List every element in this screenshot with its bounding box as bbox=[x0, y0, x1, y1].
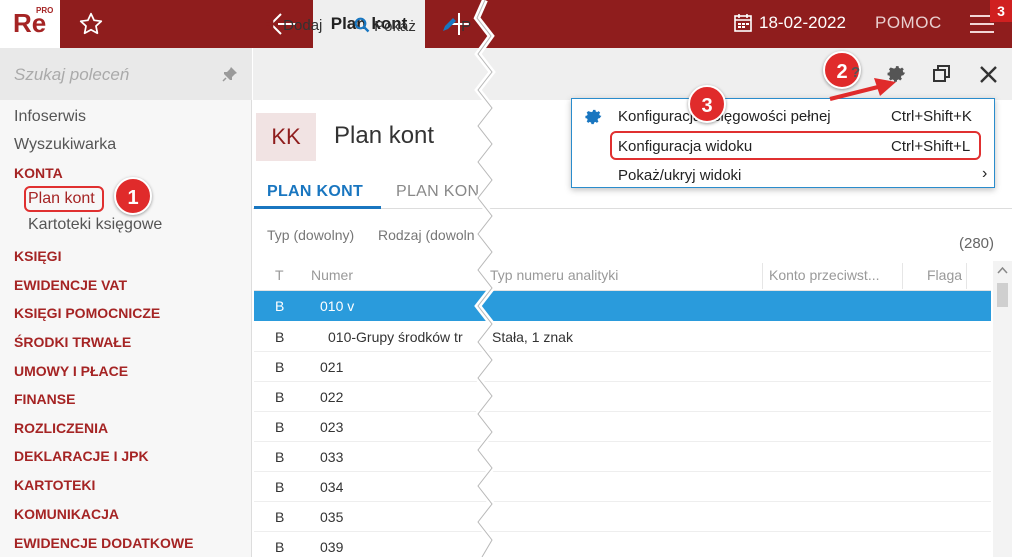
show-button[interactable]: Pokaż bbox=[354, 17, 416, 35]
cell-type: B bbox=[275, 329, 285, 345]
pin-icon[interactable] bbox=[222, 66, 238, 86]
cell-type: B bbox=[275, 298, 285, 314]
column-header-konto[interactable]: Konto przeciwst... bbox=[769, 267, 880, 283]
scroll-up-arrow-icon[interactable] bbox=[993, 263, 1012, 279]
menu-item-shortcut: Ctrl+Shift+K bbox=[891, 108, 972, 125]
command-search[interactable]: Szukaj poleceń bbox=[0, 48, 252, 100]
highlight-view-config bbox=[610, 131, 981, 160]
sidebar-section-ewidencje-dodatkowe[interactable]: EWIDENCJE DODATKOWE bbox=[14, 535, 193, 551]
sidebar-section-srodki-trwale[interactable]: ŚRODKI TRWAŁE bbox=[14, 334, 131, 350]
sidebar-section-rozliczenia[interactable]: ROZLICZENIA bbox=[14, 420, 108, 436]
cell-type: B bbox=[275, 389, 285, 405]
date-text: 18-02-2022 bbox=[759, 13, 846, 32]
pencil-icon bbox=[443, 18, 456, 31]
cell-typ-numeru: Stała, 1 znak bbox=[492, 329, 573, 345]
screenshot-tear-divider bbox=[473, 0, 496, 557]
cell-numer: 023 bbox=[320, 419, 344, 435]
menu-item-toggle-views[interactable]: Pokaż/ukryj widoki › bbox=[572, 161, 994, 189]
scrollbar-thumb[interactable] bbox=[997, 283, 1008, 307]
active-tab-indicator bbox=[254, 206, 381, 209]
sidebar-section-ksiegi-pomocnicze[interactable]: KSIĘGI POMOCNICZE bbox=[14, 305, 160, 321]
help-link[interactable]: POMOC bbox=[875, 13, 942, 33]
gear-icon bbox=[585, 109, 602, 125]
cell-numer: 033 bbox=[320, 449, 344, 465]
step-badge-1: 1 bbox=[114, 177, 152, 215]
add-button-label: Dodaj bbox=[283, 17, 323, 34]
add-button[interactable]: Dodaj bbox=[265, 17, 322, 34]
show-button-label: Pokaż bbox=[374, 18, 416, 35]
table-row[interactable]: B 034 bbox=[254, 472, 991, 502]
grid-header: T Numer Typ numeru analityki Konto przec… bbox=[254, 261, 991, 291]
magnifier-icon bbox=[354, 17, 370, 33]
page-title: Plan kont bbox=[334, 122, 435, 149]
top-bar: Re PRO Plan kont 18-02-2022 POMOC 3 bbox=[0, 0, 1012, 48]
vertical-scrollbar[interactable] bbox=[993, 261, 1012, 557]
table-row[interactable]: B 010 v bbox=[254, 291, 991, 321]
column-header-typ-numeru[interactable]: Typ numeru analityki bbox=[490, 267, 618, 283]
sidebar-section-kartoteki[interactable]: KARTOTEKI bbox=[14, 477, 95, 493]
highlight-plan-kont bbox=[24, 186, 104, 212]
cell-numer: 022 bbox=[320, 389, 344, 405]
cell-type: B bbox=[275, 509, 285, 525]
app-logo[interactable]: Re PRO bbox=[0, 0, 60, 48]
cell-numer: 035 bbox=[320, 509, 344, 525]
restore-window-icon[interactable] bbox=[932, 64, 952, 88]
column-separator bbox=[902, 263, 903, 289]
sidebar-section-ksiegi[interactable]: KSIĘGI bbox=[14, 248, 61, 264]
table-row[interactable]: B 022 bbox=[254, 382, 991, 412]
sidebar-item-wyszukiwarka[interactable]: Wyszukiwarka bbox=[14, 136, 116, 154]
column-header-numer[interactable]: Numer bbox=[311, 267, 353, 283]
register-badge: KK bbox=[256, 113, 316, 161]
column-separator bbox=[966, 263, 967, 289]
sidebar-section-komunikacja[interactable]: KOMUNIKACJA bbox=[14, 506, 119, 522]
table-row[interactable]: B 039 bbox=[254, 532, 991, 557]
sidebar-section-ewidencje-vat[interactable]: EWIDENCJE VAT bbox=[14, 277, 127, 293]
calendar-icon bbox=[734, 14, 752, 32]
cell-numer: 021 bbox=[320, 359, 344, 375]
favorite-star-icon[interactable] bbox=[78, 11, 104, 41]
cell-numer: 034 bbox=[320, 479, 344, 495]
cell-numer: 010 v bbox=[320, 298, 355, 314]
notification-badge[interactable]: 3 bbox=[990, 0, 1012, 22]
cell-type: B bbox=[275, 479, 285, 495]
date-display[interactable]: 18-02-2022 bbox=[733, 13, 846, 38]
cell-type: B bbox=[275, 359, 285, 375]
table-row[interactable]: B 010-Grupy środków tr Stała, 1 znak bbox=[254, 322, 991, 352]
sidebar-section-konta[interactable]: KONTA bbox=[14, 165, 63, 181]
cell-numer: 039 bbox=[320, 539, 344, 555]
logo-pro-badge: PRO bbox=[36, 6, 54, 15]
cell-type: B bbox=[275, 539, 285, 555]
column-header-t[interactable]: T bbox=[275, 267, 284, 283]
plus-icon bbox=[266, 18, 278, 30]
edit-button[interactable]: P bbox=[441, 17, 471, 35]
filter-type[interactable]: Typ (dowolny) bbox=[267, 227, 354, 243]
column-header-flaga[interactable]: Flaga bbox=[927, 267, 962, 283]
sidebar-section-deklaracje-i-jpk[interactable]: DEKLARACJE I JPK bbox=[14, 448, 149, 464]
tab-plan-kont-second[interactable]: PLAN KON bbox=[396, 183, 479, 201]
menu-item-label: Pokaż/ukryj widoki bbox=[618, 167, 742, 184]
cell-type: B bbox=[275, 449, 285, 465]
table-row[interactable]: B 035 bbox=[254, 502, 991, 532]
annotation-arrow-icon bbox=[829, 78, 896, 101]
sidebar-item-kartoteki-ksiegowe[interactable]: Kartoteki księgowe bbox=[28, 216, 162, 234]
sidebar-section-umowy-i-place[interactable]: UMOWY I PŁACE bbox=[14, 363, 128, 379]
table-row[interactable]: B 021 bbox=[254, 352, 991, 382]
record-count: (280) bbox=[959, 235, 995, 252]
sidebar-section-finanse[interactable]: FINANSE bbox=[14, 391, 75, 407]
cell-numer: 010-Grupy środków tr bbox=[328, 329, 463, 345]
sidebar-item-infoserwis[interactable]: Infoserwis bbox=[14, 108, 86, 126]
search-placeholder: Szukaj poleceń bbox=[14, 65, 130, 84]
filter-kind[interactable]: Rodzaj (dowoln bbox=[378, 227, 475, 243]
cell-type: B bbox=[275, 419, 285, 435]
step-badge-3: 3 bbox=[688, 85, 726, 123]
tab-plan-kont-list[interactable]: PLAN KONT bbox=[267, 183, 363, 201]
menu-item-full-accounting-config[interactable]: Konfiguracja księgowości pełnej Ctrl+Shi… bbox=[572, 102, 994, 130]
close-icon[interactable] bbox=[979, 65, 998, 88]
submenu-chevron-icon: › bbox=[982, 165, 988, 182]
column-separator bbox=[762, 263, 763, 289]
table-row[interactable]: B 033 bbox=[254, 442, 991, 472]
table-row[interactable]: B 023 bbox=[254, 412, 991, 442]
